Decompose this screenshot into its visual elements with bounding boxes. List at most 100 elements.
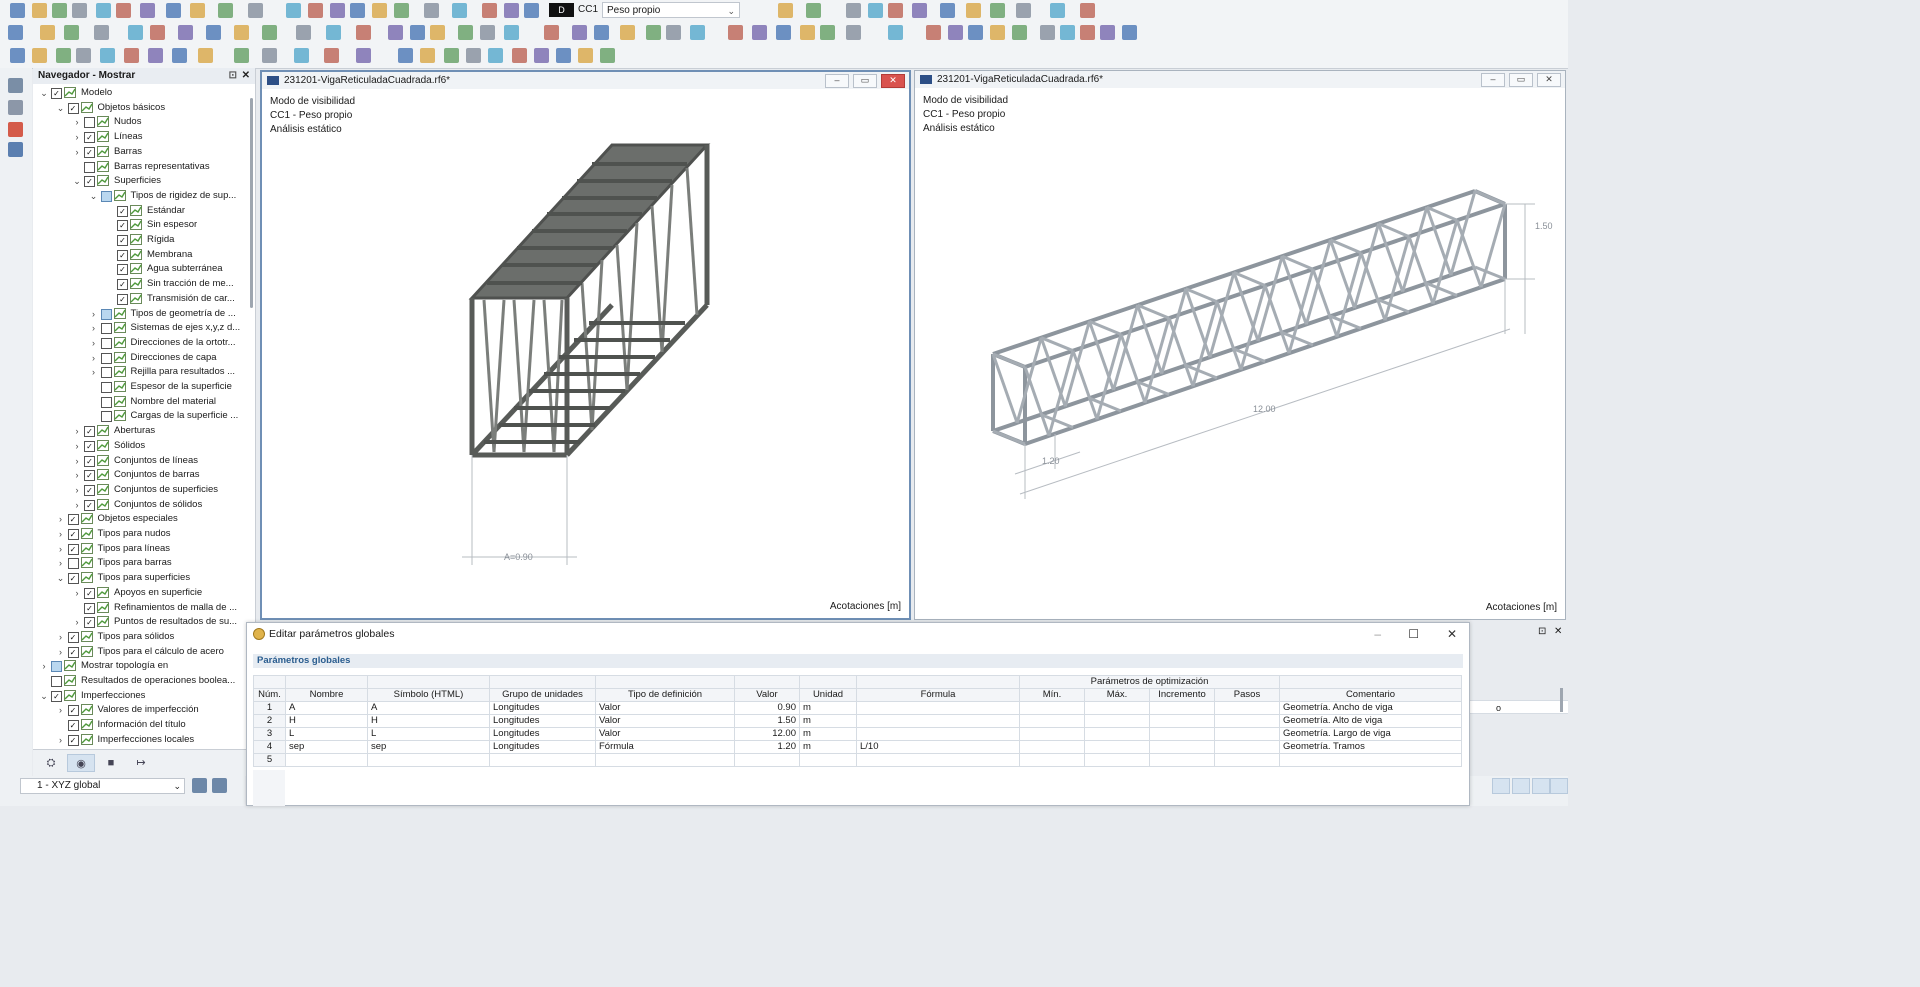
table-cell[interactable] [595,753,735,767]
toolbar3-13-icon[interactable] [324,48,339,63]
toolbar1-21-icon[interactable] [504,3,519,18]
toolbar2-33-icon[interactable] [888,25,903,40]
checkbox[interactable]: ✓ [67,514,79,526]
table-cell[interactable] [1279,753,1462,767]
toolbar2-30-icon[interactable] [800,25,815,40]
toolbar2-34-icon[interactable] [926,25,941,40]
table-cell[interactable] [1214,727,1280,741]
table-cell[interactable] [1214,714,1280,728]
checkbox[interactable]: ✓ [67,720,79,732]
toolbar3-19-icon[interactable] [488,48,503,63]
table-row[interactable]: 3 L L Longitudes Valor 12.00 m Geometría. Largo… [253,727,1462,741]
toolbar2-40-icon[interactable] [1060,25,1075,40]
checkbox[interactable]: ✓ [84,587,95,599]
table-cell[interactable]: 12.00 [734,727,800,741]
checkbox[interactable]: ✓ [84,146,95,158]
toolbar2-35-icon[interactable] [948,25,963,40]
toolbar1-33-icon[interactable] [1050,3,1065,18]
toolbar1-17-icon[interactable] [394,3,409,18]
toolbar2-27-icon[interactable] [728,25,743,40]
checkbox[interactable] [100,382,112,393]
chevron-right-icon[interactable]: › [72,439,82,453]
model-view-left[interactable]: 231201-VigaReticuladaCuadrada.rf6* – ▭ ✕… [260,70,911,620]
checkbox[interactable] [51,661,62,673]
toolbar2-26-icon[interactable] [690,25,705,40]
toolbar2-37-icon[interactable] [990,25,1005,40]
table-cell[interactable]: Geometría. Tramos [1279,740,1462,754]
view-mode-icon[interactable] [1512,778,1530,794]
table-cell[interactable]: Valor [595,701,735,715]
column-header[interactable]: Incremento [1149,688,1215,702]
table-cell[interactable] [1149,727,1215,741]
chevron-right-icon[interactable]: › [72,115,82,129]
column-header[interactable]: Símbolo (HTML) [367,688,490,702]
toolbar3-10-icon[interactable] [234,48,249,63]
table-cell[interactable]: m [799,714,857,728]
toolbar1-2-icon[interactable] [32,3,47,18]
toolbar2-24-icon[interactable] [646,25,661,40]
view-mode-icon[interactable] [1492,778,1510,794]
column-header[interactable]: Comentario [1279,688,1462,702]
table-cell[interactable] [1019,701,1085,715]
table-cell[interactable]: A [367,701,490,715]
toolbar2-15-icon[interactable] [410,25,425,40]
table-cell[interactable] [1084,714,1150,728]
toolbar1-31-icon[interactable] [990,3,1005,18]
toolbar1-34-icon[interactable] [1080,3,1095,18]
toolbar2-17-icon[interactable] [458,25,473,40]
toolbar3-17-icon[interactable] [444,48,459,63]
table-cell[interactable] [1149,701,1215,715]
toolbar3-7-icon[interactable] [148,48,163,63]
truss-render-iso-view[interactable] [915,89,1565,599]
maximize-button[interactable]: ▭ [853,74,877,88]
chevron-right-icon[interactable]: › [72,498,82,512]
column-header[interactable]: Mín. [1019,688,1085,702]
display-tab-icon[interactable]: ◉ [67,754,95,772]
toolbar3-1-icon[interactable] [10,48,25,63]
table-cell[interactable] [1149,753,1215,767]
table-cell[interactable] [856,714,1020,728]
column-header[interactable]: Fórmula [856,688,1020,702]
checkbox[interactable]: ✓ [84,484,95,496]
toolbar3-21-icon[interactable] [534,48,549,63]
chevron-right-icon[interactable]: › [56,733,66,747]
toolbar1-4-icon[interactable] [72,3,87,18]
toolbar1-19-icon[interactable] [452,3,467,18]
toolbar1-23-icon[interactable] [778,3,793,18]
checkbox[interactable] [51,676,62,687]
chevron-right-icon[interactable]: › [72,454,82,468]
checkbox[interactable]: ✓ [117,264,128,276]
table-cell[interactable]: Longitudes [489,701,596,715]
table-row[interactable]: 4 sep sep Longitudes Fórmula 1.20 m L/10 Geometr… [253,740,1462,754]
chevron-down-icon[interactable]: ⌄ [56,571,66,585]
views-tab-icon[interactable]: ■ [97,754,125,772]
toolbar2-36-icon[interactable] [968,25,983,40]
toolbar2-1-icon[interactable] [8,25,23,40]
toolbar3-9-icon[interactable] [198,48,213,63]
toolbar3-23-icon[interactable] [578,48,593,63]
toolbar2-32-icon[interactable] [846,25,861,40]
table-cell[interactable]: 0.90 [734,701,800,715]
table-cell[interactable]: m [799,740,857,754]
table-cell[interactable]: H [285,714,368,728]
table-row[interactable]: 5 [253,753,1462,767]
chevron-right-icon[interactable]: › [56,542,66,556]
toolbar2-16-icon[interactable] [430,25,445,40]
chevron-right-icon[interactable]: › [72,145,82,159]
toolbar2-19-icon[interactable] [504,25,519,40]
toolbar2-28-icon[interactable] [752,25,767,40]
table-cell[interactable] [1149,714,1215,728]
toolbar1-9-icon[interactable] [190,3,205,18]
checkbox[interactable]: ✓ [67,543,79,555]
checkbox[interactable] [100,323,112,335]
checkbox[interactable]: ✓ [84,426,95,438]
checkbox[interactable]: ✓ [84,455,95,467]
toolbar2-22-icon[interactable] [594,25,609,40]
model-view-right[interactable]: 231201-VigaReticuladaCuadrada.rf6* – ▭ ✕… [914,70,1566,620]
table-cell[interactable]: Fórmula [595,740,735,754]
toolbar3-14-icon[interactable] [356,48,371,63]
toolbar3-20-icon[interactable] [512,48,527,63]
table-cell[interactable] [799,753,857,767]
checkbox[interactable] [84,161,95,173]
checkbox[interactable]: ✓ [67,529,79,540]
